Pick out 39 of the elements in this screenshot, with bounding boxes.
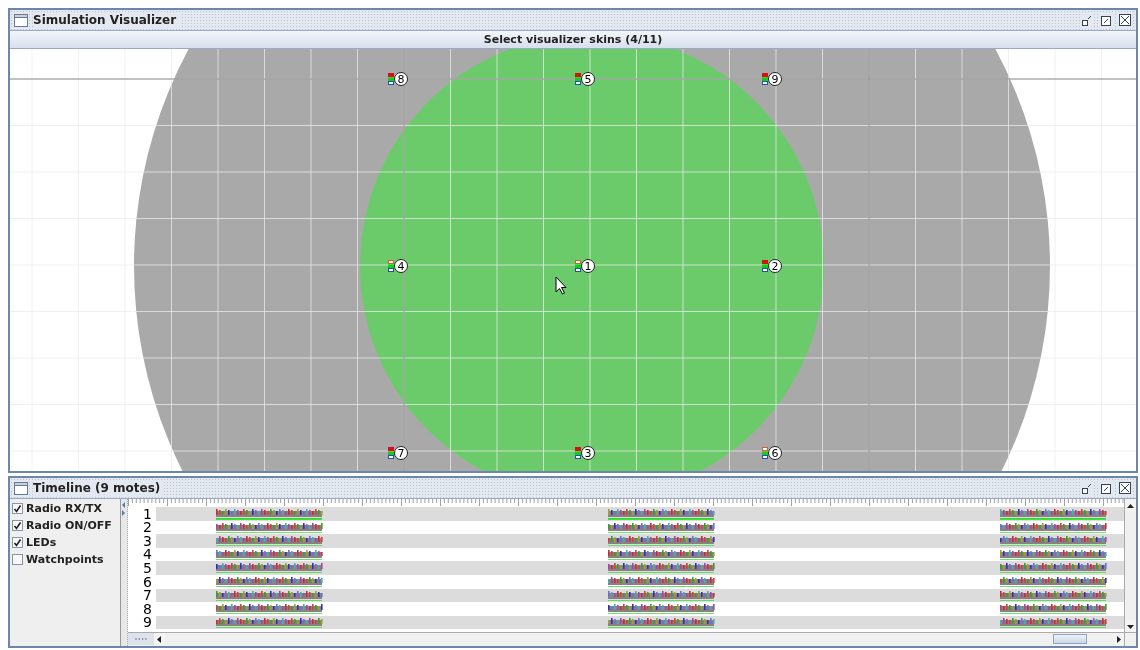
- checkbox[interactable]: [12, 554, 23, 565]
- checkbox-label[interactable]: Radio ON/OFF: [26, 519, 112, 532]
- scrollbar-thumb[interactable]: [1053, 634, 1087, 644]
- iconify-button[interactable]: [1080, 13, 1094, 27]
- mote-row-label: 4: [142, 548, 153, 562]
- checkbox-label[interactable]: Watchpoints: [26, 553, 104, 566]
- mote-row-label: 9: [142, 616, 153, 630]
- mote-row-label: 5: [142, 561, 153, 575]
- cursor-icon: [555, 276, 567, 295]
- scroll-left-button[interactable]: [154, 633, 165, 645]
- close-button[interactable]: [1118, 481, 1132, 495]
- checkbox[interactable]: [12, 520, 23, 531]
- splitter-arrows-icon[interactable]: [121, 502, 126, 516]
- mote-row-label: 8: [142, 602, 153, 616]
- mote-row-label: 1: [142, 507, 153, 521]
- mote-row-label: 6: [142, 575, 153, 589]
- mote-row-label: 2: [142, 521, 153, 535]
- checkbox[interactable]: [12, 537, 23, 548]
- maximize-button[interactable]: [1099, 13, 1113, 27]
- checkbox-label[interactable]: Radio RX/TX: [26, 502, 102, 515]
- scroll-right-button[interactable]: [1113, 633, 1124, 645]
- scroll-down-button[interactable]: [1125, 620, 1136, 632]
- vertical-scrollbar[interactable]: [1124, 499, 1136, 632]
- close-button[interactable]: [1118, 13, 1132, 27]
- scroll-up-button[interactable]: [1125, 499, 1136, 511]
- window-title: Simulation Visualizer: [33, 13, 181, 27]
- maximize-button[interactable]: [1099, 481, 1113, 495]
- right-arrow-icon: [1114, 634, 1123, 644]
- window-icon: [14, 13, 28, 27]
- checkbox-label[interactable]: LEDs: [26, 536, 57, 549]
- window-title: Timeline (9 motes): [33, 481, 165, 495]
- window-icon: [14, 481, 28, 495]
- mote-row-label: 7: [142, 589, 153, 603]
- left-arrow-icon: [155, 634, 164, 644]
- iconify-button[interactable]: [1080, 481, 1094, 495]
- skins-button[interactable]: Select visualizer skins (4/11): [10, 31, 1136, 49]
- dots-icon: [134, 637, 148, 641]
- checkbox[interactable]: [12, 503, 23, 514]
- mote-row-label: 3: [142, 534, 153, 548]
